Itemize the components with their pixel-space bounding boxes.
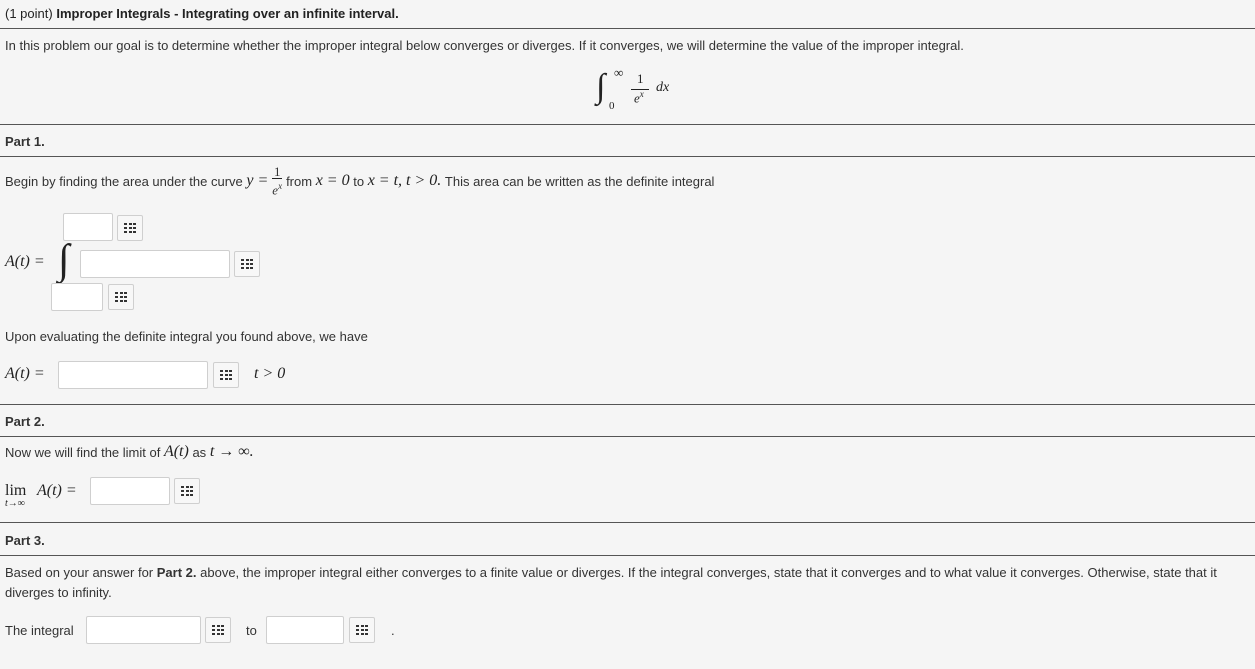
problem-title: Improper Integrals - Integrating over an… [56, 6, 399, 21]
equation-palette-icon[interactable] [234, 251, 260, 277]
equation-palette-icon[interactable] [349, 617, 375, 643]
divider [0, 156, 1255, 157]
integrand-numerator: 1 [637, 71, 644, 86]
intro-text: In this problem our goal is to determine… [5, 38, 964, 53]
part2-heading: Part 2. [5, 414, 45, 429]
lower-limit-input[interactable] [51, 283, 103, 311]
lim-A-label: A(t) = [37, 482, 77, 499]
period: . [391, 623, 395, 638]
integrand-denominator: ex [634, 89, 644, 106]
equation-palette-icon[interactable] [108, 284, 134, 310]
x-eq-0: x = 0 [315, 172, 350, 189]
equation-palette-icon[interactable] [213, 362, 239, 388]
converge-value-input[interactable] [266, 616, 344, 644]
integrand-input[interactable] [80, 250, 230, 278]
A-of-t-label: A(t) = [5, 253, 45, 270]
part2-sentence-text: Now we will find the limit of [5, 444, 161, 460]
from-word: from [286, 173, 313, 189]
divider [0, 522, 1255, 523]
t-condition: t > 0 [254, 365, 286, 382]
lower-limit: 0 [609, 100, 615, 112]
as-word: as [192, 444, 207, 460]
integral-sign: ∫ [596, 68, 606, 105]
divider [0, 28, 1255, 29]
A-of-t-input[interactable] [58, 361, 208, 389]
upper-limit: ∞ [614, 65, 624, 80]
converge-diverge-input[interactable] [86, 616, 201, 644]
to-label: to [246, 623, 257, 638]
divider [0, 404, 1255, 405]
y-equals: y = [246, 172, 269, 189]
part1-heading: Part 1. [5, 134, 45, 149]
points-label: (1 point) [5, 6, 53, 21]
lim-subscript: t→∞ [5, 498, 25, 509]
part1-sentence-a: Begin by finding the area under the curv… [5, 173, 243, 189]
problem-header: (1 point) Improper Integrals - Integrati… [5, 6, 399, 21]
part2-sentence: Now we will find the limit of A(t) as t … [5, 443, 254, 461]
equation-palette-icon[interactable] [205, 617, 231, 643]
A-of-t: A(t) [163, 443, 189, 460]
part1-sentence-b: This area can be written as the definite… [444, 173, 715, 189]
upper-limit-input[interactable] [63, 213, 113, 241]
evaluating-text: Upon evaluating the definite integral yo… [5, 329, 368, 344]
x-eq-t: x = t, t > 0. [367, 172, 442, 189]
the-integral-label: The integral [5, 623, 74, 638]
part3-sentence: Based on your answer for Part 2. above, … [5, 563, 1245, 603]
equation-palette-icon[interactable] [174, 478, 200, 504]
dx-label: dx [656, 80, 670, 95]
divider [0, 436, 1255, 437]
part3-heading: Part 3. [5, 533, 45, 548]
divider [0, 555, 1255, 556]
divider [0, 124, 1255, 125]
part3-sentence-bold: Part 2. [156, 565, 197, 580]
equation-palette-icon[interactable] [117, 215, 143, 241]
to-word: to [353, 173, 365, 189]
limit-input[interactable] [90, 477, 170, 505]
part1-sentence: Begin by finding the area under the curv… [5, 162, 714, 200]
integral-sign: ∫ [58, 237, 70, 283]
curve-fraction: 1 ex [271, 163, 283, 198]
main-integral: ∫ ∞ 0 1 ex dx [596, 65, 686, 116]
t-to-infinity: t → ∞. [209, 443, 254, 460]
part3-sentence-pre: Based on your answer for [5, 565, 154, 580]
A-of-t-label: A(t) = [5, 365, 45, 382]
